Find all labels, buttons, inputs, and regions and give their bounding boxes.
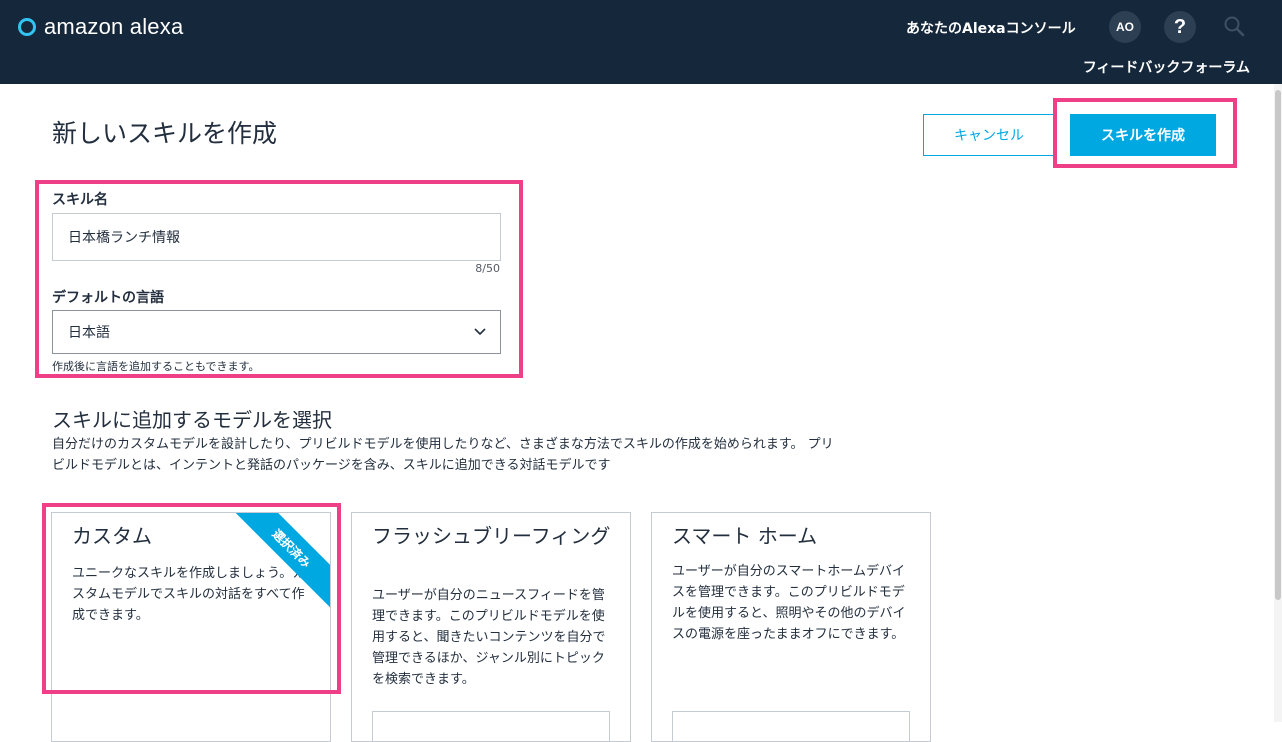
card-description: ユーザーが自分のニュースフィードを管理できます。このプリビルドモデルを使用すると… <box>372 588 606 687</box>
user-avatar[interactable]: AO <box>1109 11 1141 43</box>
top-navigation-bar: amazon alexa あなたのAlexaコンソール AO ? フィードバック… <box>0 0 1282 84</box>
scrollbar-thumb[interactable] <box>1275 90 1281 600</box>
language-selected-value: 日本語 <box>68 325 110 341</box>
card-action-button[interactable] <box>372 711 610 741</box>
logo-text: amazon alexa <box>44 14 184 39</box>
alexa-ring-icon <box>18 18 36 36</box>
card-action-button[interactable] <box>672 711 910 741</box>
chevron-down-icon <box>474 328 486 336</box>
cancel-button[interactable]: キャンセル <box>923 114 1055 156</box>
feedback-forum-link[interactable]: フィードバックフォーラム <box>1083 57 1250 77</box>
skill-name-label: スキル名 <box>52 192 108 208</box>
highlight-create-button <box>1053 98 1237 168</box>
amazon-alexa-logo[interactable]: amazon alexa <box>18 14 183 40</box>
card-description: ユーザーが自分のスマートホームデバイスを管理できます。このプリビルドモデルを使用… <box>672 564 906 642</box>
skill-name-input[interactable]: 日本橋ランチ情報 <box>52 213 501 261</box>
default-language-label: デフォルトの言語 <box>52 290 164 306</box>
skill-name-value: 日本橋ランチ情報 <box>68 230 180 246</box>
language-hint: 作成後に言語を追加することもできます。 <box>52 360 260 373</box>
model-section-description: 自分だけのカスタムモデルを設計したり、プリビルドモデルを使用したりなど、さまざま… <box>52 437 834 473</box>
default-language-select[interactable]: 日本語 <box>52 310 501 354</box>
model-card-smart-home[interactable]: スマート ホーム ユーザーが自分のスマートホームデバイスを管理できます。このプリ… <box>651 512 931 742</box>
highlight-custom-card <box>42 503 341 694</box>
alexa-console-link[interactable]: あなたのAlexaコンソール <box>906 18 1076 38</box>
model-card-flash-briefing[interactable]: フラッシュブリーフィング ユーザーが自分のニュースフィードを管理できます。このプ… <box>351 512 631 742</box>
model-section-title: スキルに追加するモデルを選択 <box>52 408 332 432</box>
search-icon[interactable] <box>1222 14 1246 38</box>
character-counter: 8/50 <box>475 262 500 275</box>
card-title: スマート ホーム <box>672 524 818 548</box>
page-title: 新しいスキルを作成 <box>52 119 278 148</box>
help-button[interactable]: ? <box>1164 11 1196 43</box>
card-title: フラッシュブリーフィング <box>372 524 611 548</box>
